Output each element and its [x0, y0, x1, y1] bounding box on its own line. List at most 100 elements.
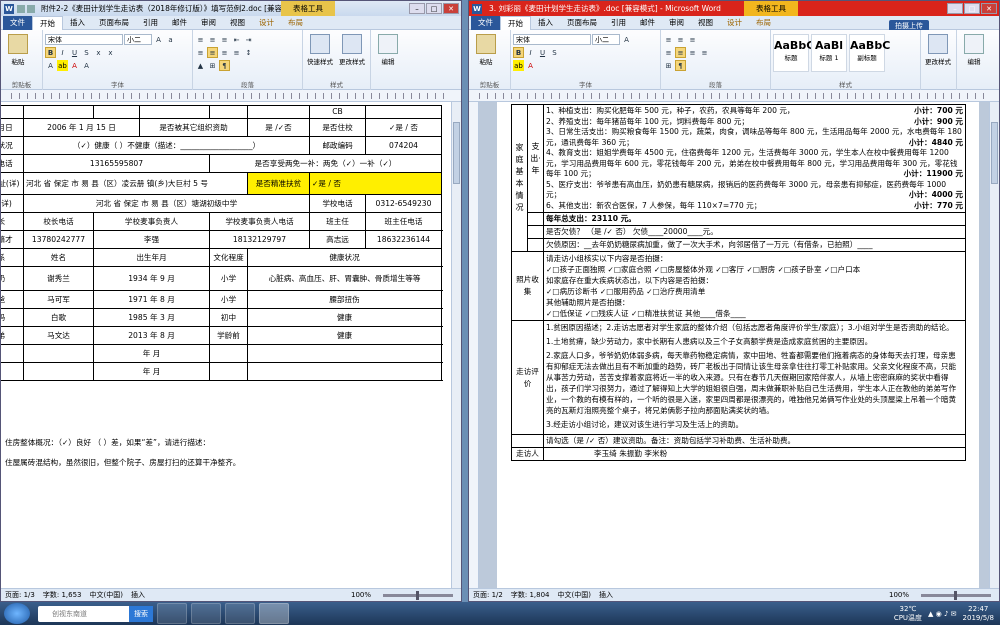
table-cell[interactable]: 13780242777	[23, 230, 94, 249]
close-button[interactable]: ✕	[443, 3, 459, 14]
tab-references[interactable]: 引用	[604, 16, 633, 30]
table-cell[interactable]	[247, 344, 442, 363]
vertical-scrollbar[interactable]	[989, 102, 999, 588]
font-size-box[interactable]: 小二	[592, 34, 620, 45]
bullets-icon[interactable]: ≡	[663, 34, 674, 45]
table-cell[interactable]: 生年月日	[1, 118, 24, 137]
table-cell[interactable]: 高志远	[309, 230, 366, 249]
close-button[interactable]: ✕	[981, 3, 997, 14]
table-cell[interactable]: 年 月	[93, 344, 210, 363]
tab-mailings[interactable]: 邮件	[633, 16, 662, 30]
photo-check-line[interactable]: 如家庭存在重大疾病状态出，以下内容是否拍摄：	[546, 275, 963, 286]
table-cell[interactable]: 0312-6549230	[365, 194, 442, 213]
table-cell[interactable]	[209, 362, 248, 381]
strike-icon[interactable]: S	[549, 47, 560, 58]
word-icon[interactable]: W	[472, 3, 482, 14]
tab-references[interactable]: 引用	[136, 16, 165, 30]
table-cell[interactable]: 1971 年 8 月	[93, 290, 210, 309]
align-right-icon[interactable]: ≡	[687, 47, 698, 58]
table-cell[interactable]: 1934 年 9 月	[93, 266, 210, 291]
underline-icon[interactable]: U	[69, 47, 80, 58]
save-icon[interactable]	[17, 4, 25, 13]
document-page[interactable]: CB生年月日2006 年 1 月 15 日是否被其它组织资助是 /✓否是否住校✓…	[1, 102, 451, 588]
maximize-button[interactable]: □	[426, 3, 442, 14]
table-cell[interactable]: 腰部扭伤	[247, 290, 442, 309]
word-count[interactable]: 字数: 1,804	[511, 590, 550, 600]
table-cell[interactable]: ✓是 / 否	[309, 172, 442, 195]
tab-page-layout[interactable]: 页面布局	[560, 16, 604, 30]
paste-button[interactable]: 粘贴	[471, 34, 501, 66]
zoom-level[interactable]: 100%	[351, 591, 371, 599]
table-cell[interactable]	[209, 105, 248, 119]
document-page[interactable]: 家庭基本情况 支出·年 1、种植支出：购买化肥每年 500 元，种子，农药，农具…	[497, 102, 979, 588]
tab-design[interactable]: 设计	[720, 16, 749, 30]
table-cell[interactable]: 是否被其它组织资助	[139, 118, 248, 137]
table-cell[interactable]	[23, 362, 94, 381]
table-cell[interactable]: 学校电话	[309, 194, 366, 213]
char-shading-icon[interactable]: A	[81, 60, 92, 71]
photo-check-line[interactable]: 请走访小组核实以下内容是否拍摄：	[546, 253, 963, 264]
table-cell[interactable]: 白歌	[23, 308, 94, 327]
language[interactable]: 中文(中国)	[89, 590, 122, 600]
tab-insert[interactable]: 插入	[531, 16, 560, 30]
table-cell[interactable]: 文化程度	[209, 248, 248, 267]
subscript-icon[interactable]: x	[93, 47, 104, 58]
table-cell[interactable]: 邮政编码	[309, 136, 366, 155]
insert-mode[interactable]: 插入	[599, 590, 613, 600]
tab-home[interactable]: 开始	[32, 15, 63, 30]
table-cell[interactable]	[247, 362, 442, 381]
photo-check-line[interactable]: 其他辅助照片是否拍摄：	[546, 297, 963, 308]
tab-layout[interactable]: 布局	[749, 16, 778, 30]
tab-review[interactable]: 审阅	[662, 16, 691, 30]
photo-check-line[interactable]: ✓□病历诊断书 ✓□服用药品 ✓□治疗费用清单	[546, 286, 963, 297]
tab-mailings[interactable]: 邮件	[165, 16, 194, 30]
table-cell[interactable]: 学校麦事负责人	[93, 212, 210, 231]
show-marks-icon[interactable]: ¶	[219, 60, 230, 71]
line-spacing-icon[interactable]: ↕	[243, 47, 254, 58]
table-cell[interactable]: 河北 省 保定 市 易 县（区）凌云册 镇(乡)大巨村 5 号	[23, 172, 248, 195]
grow-font-icon[interactable]: A	[153, 34, 164, 45]
tab-file[interactable]: 文件	[3, 15, 32, 30]
vertical-scrollbar[interactable]	[451, 102, 461, 588]
taskbar-app-media[interactable]	[191, 603, 221, 624]
table-cell[interactable]: 河北 省 保定 市 易 县（区）塘湖初级中学	[23, 194, 310, 213]
table-cell[interactable]: 13165595807	[23, 154, 210, 173]
table-cell[interactable]: 2006 年 1 月 15 日	[23, 118, 140, 137]
table-cell[interactable]: 班主任电话	[365, 212, 442, 231]
table-cell[interactable]: 2013 年 8 月	[93, 326, 210, 345]
increase-indent-icon[interactable]: ⇥	[243, 34, 254, 45]
tab-home[interactable]: 开始	[500, 15, 531, 30]
table-cell[interactable]	[365, 105, 442, 119]
table-cell[interactable]: 是 /✓否	[247, 118, 310, 137]
table-cell[interactable]: 初中	[209, 308, 248, 327]
table-cell[interactable]: 马文达	[23, 326, 94, 345]
photo-check-line[interactable]: ✓□孩子正面独照 ✓□家庭合照 ✓□房屋整体外观 ✓□客厅 ✓□厨房 ✓□孩子卧…	[546, 264, 963, 275]
table-cell[interactable]: 小学	[209, 266, 248, 291]
taskbar-app-ie[interactable]	[157, 603, 187, 624]
table-cell[interactable]: 校长电话	[23, 212, 94, 231]
minimize-button[interactable]: –	[947, 3, 963, 14]
justify-icon[interactable]: ≡	[699, 47, 710, 58]
multilevel-icon[interactable]: ≡	[219, 34, 230, 45]
table-cell[interactable]	[1, 105, 24, 119]
borders-icon[interactable]: ⊞	[207, 60, 218, 71]
table-cell[interactable]	[209, 344, 248, 363]
search-button[interactable]: 搜索	[129, 605, 153, 622]
bold-icon[interactable]: B	[513, 47, 524, 58]
superscript-icon[interactable]: x	[105, 47, 116, 58]
style-title[interactable]: AaBbC 标题	[773, 34, 814, 72]
table-cell[interactable]: 马可军	[23, 290, 94, 309]
table-cell[interactable]: 家庭地址(详)	[1, 172, 24, 195]
minimize-button[interactable]: –	[409, 3, 425, 14]
document-area[interactable]: 家庭基本情况 支出·年 1、种植支出：购买化肥每年 500 元，种子，农药，农具…	[479, 102, 989, 588]
paste-button[interactable]: 粘贴	[3, 34, 33, 66]
table-cell[interactable]: 18132129797	[209, 230, 310, 249]
highlight-icon[interactable]: ab	[513, 60, 524, 71]
tab-layout[interactable]: 布局	[281, 16, 310, 30]
font-name-box[interactable]: 宋体	[45, 34, 123, 45]
style-subtitle[interactable]: AaBbC 副标题	[849, 34, 890, 72]
table-cell[interactable]: 健康	[247, 326, 442, 345]
zoom-slider[interactable]	[921, 590, 991, 600]
show-marks-icon[interactable]: ¶	[675, 60, 686, 71]
numbering-icon[interactable]: ≡	[207, 34, 218, 45]
